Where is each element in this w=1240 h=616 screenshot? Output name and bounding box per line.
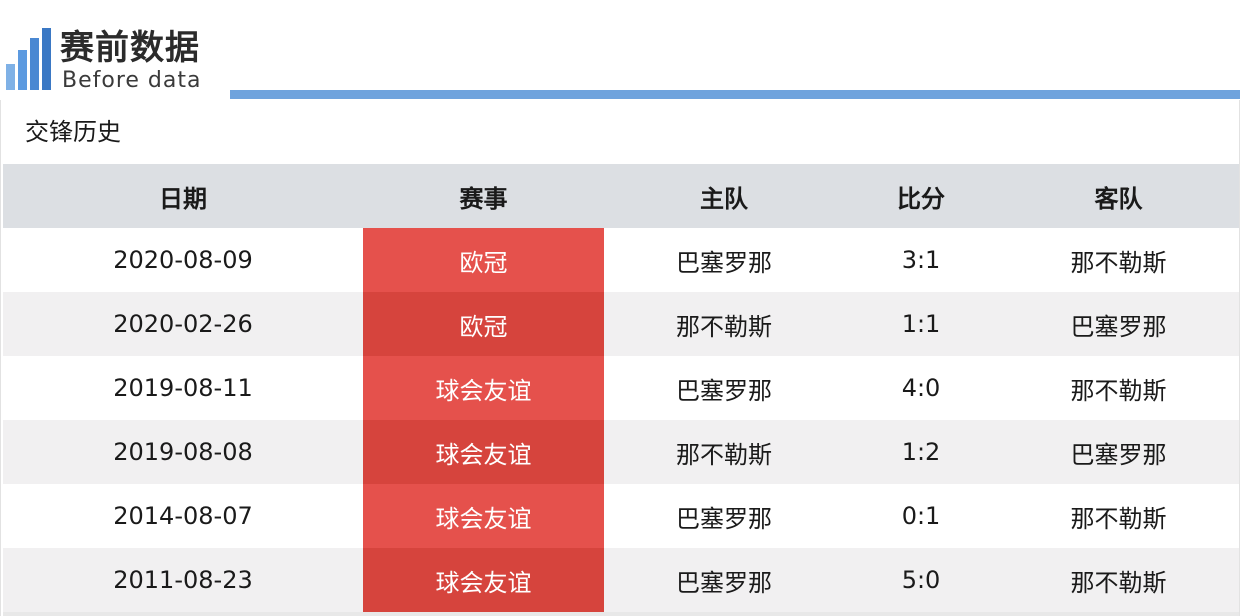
head-to-head-panel: 交锋历史 日期 赛事 主队 比分 客队 2020-08-09 欧冠 巴塞罗那 3… — [0, 100, 1240, 616]
header-divider — [230, 90, 1240, 99]
match-date: 2019-08-08 — [113, 438, 253, 466]
away-team: 巴塞罗那 — [1070, 440, 1167, 469]
competition-badge: 球会友谊 — [363, 548, 604, 612]
away-team: 那不勒斯 — [1070, 376, 1167, 405]
logo-title-en: Before data — [62, 68, 202, 93]
match-date: 2020-08-09 — [113, 246, 253, 274]
head-to-head-table: 日期 赛事 主队 比分 客队 2020-08-09 欧冠 巴塞罗那 3:1 那不… — [3, 164, 1239, 612]
section-title: 交锋历史 — [25, 118, 121, 146]
table-row: 2020-08-09 欧冠 巴塞罗那 3:1 那不勒斯 — [3, 228, 1239, 292]
logo-bar — [30, 38, 39, 90]
column-header-away: 客队 — [1094, 184, 1143, 213]
match-date: 2011-08-23 — [113, 566, 253, 594]
column-header-date: 日期 — [159, 184, 207, 213]
competition-badge: 球会友谊 — [363, 420, 604, 484]
match-score: 3:1 — [901, 246, 941, 274]
logo-bar — [6, 64, 15, 90]
page-header: 赛前数据 Before data — [0, 0, 1240, 100]
competition-badge: 球会友谊 — [363, 484, 604, 548]
column-header-home: 主队 — [700, 184, 748, 213]
match-date: 2014-08-07 — [113, 502, 253, 530]
home-team: 巴塞罗那 — [676, 504, 772, 533]
bar-chart-icon — [6, 28, 56, 90]
away-team: 那不勒斯 — [1070, 504, 1167, 533]
logo-title-cn: 赛前数据 — [60, 28, 200, 68]
home-team: 那不勒斯 — [676, 440, 772, 469]
match-score: 1:1 — [901, 310, 941, 338]
match-score: 0:1 — [901, 502, 941, 530]
away-team: 那不勒斯 — [1070, 568, 1167, 597]
competition-badge: 球会友谊 — [363, 356, 604, 420]
table-row: 2020-02-26 欧冠 那不勒斯 1:1 巴塞罗那 — [3, 292, 1239, 356]
home-team: 巴塞罗那 — [676, 376, 772, 405]
table-header-row: 日期 赛事 主队 比分 客队 — [3, 164, 1239, 228]
home-team: 那不勒斯 — [676, 312, 772, 341]
away-team: 那不勒斯 — [1070, 248, 1167, 277]
match-score: 5:0 — [901, 566, 941, 594]
match-date: 2019-08-11 — [113, 374, 253, 402]
match-score: 1:2 — [901, 438, 941, 466]
logo-bar — [18, 50, 27, 90]
table-row: 2014-08-07 球会友谊 巴塞罗那 0:1 那不勒斯 — [3, 484, 1239, 548]
competition-badge: 欧冠 — [363, 292, 604, 356]
away-team: 巴塞罗那 — [1070, 312, 1167, 341]
table-bottom-edge — [3, 612, 1239, 616]
match-date: 2020-02-26 — [113, 310, 253, 338]
home-team: 巴塞罗那 — [676, 248, 772, 277]
column-header-competition: 赛事 — [459, 184, 508, 213]
table-row: 2019-08-08 球会友谊 那不勒斯 1:2 巴塞罗那 — [3, 420, 1239, 484]
table-row: 2011-08-23 球会友谊 巴塞罗那 5:0 那不勒斯 — [3, 548, 1239, 612]
competition-badge: 欧冠 — [363, 228, 604, 292]
home-team: 巴塞罗那 — [676, 568, 772, 597]
logo: 赛前数据 Before data — [6, 28, 216, 94]
match-score: 4:0 — [901, 374, 941, 402]
column-header-score: 比分 — [897, 184, 945, 213]
table-row: 2019-08-11 球会友谊 巴塞罗那 4:0 那不勒斯 — [3, 356, 1239, 420]
logo-bar — [42, 28, 51, 90]
